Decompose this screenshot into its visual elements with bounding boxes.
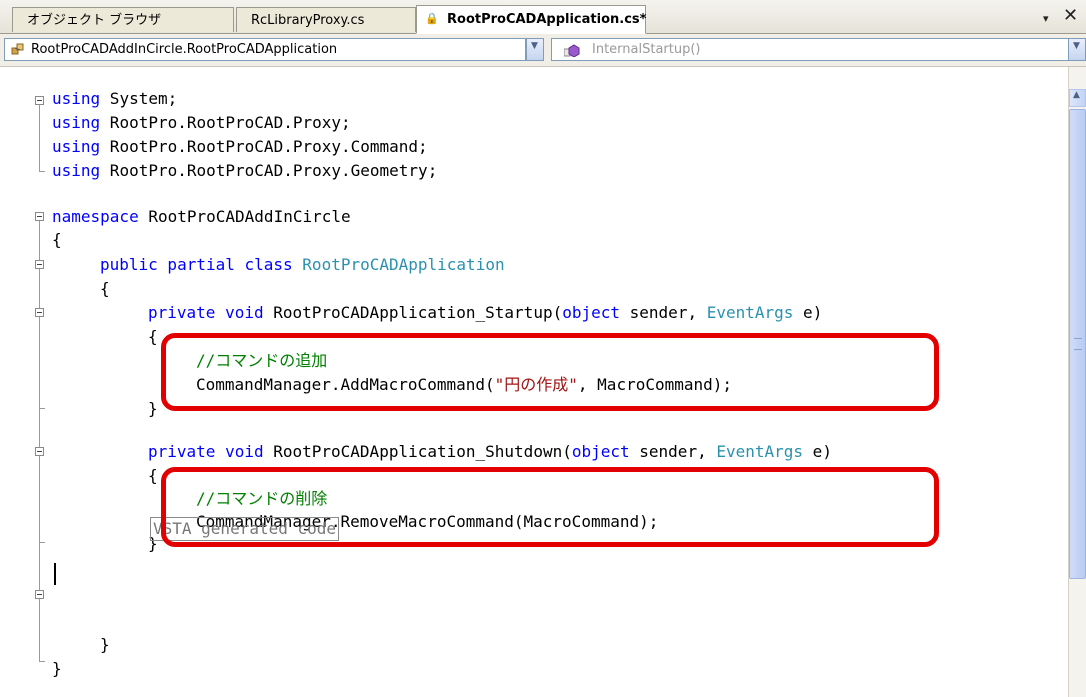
code-line: private void RootProCADApplication_Shutd…	[148, 442, 832, 461]
code-line: {	[100, 279, 110, 298]
fold-toggle[interactable]	[35, 590, 44, 599]
member-combo-value: InternalStartup()	[592, 42, 701, 57]
fold-toggle[interactable]	[35, 212, 44, 221]
code-line: using RootPro.RootProCAD.Proxy;	[52, 113, 351, 132]
code-line: using System;	[52, 89, 178, 108]
code-line: {	[148, 466, 158, 485]
tab-rclibraryproxy[interactable]: RcLibraryProxy.cs	[236, 7, 416, 32]
fold-guide-end	[39, 661, 45, 662]
code-line: public partial class RootProCADApplicati…	[100, 253, 505, 277]
fold-toggle[interactable]	[35, 308, 44, 317]
keyword: using	[52, 161, 101, 180]
fold-toggle[interactable]	[35, 447, 44, 456]
keyword: using	[52, 113, 101, 132]
class-icon	[11, 43, 24, 55]
scroll-thumb[interactable]	[1069, 109, 1086, 579]
code-line: using RootPro.RootProCAD.Proxy.Geometry;	[52, 161, 438, 180]
text-caret	[54, 563, 56, 585]
member-combo-dropdown-button[interactable]: ▼	[1068, 38, 1086, 61]
highlight-box-add-command	[161, 333, 939, 411]
type-combo-dropdown-button[interactable]: ▼	[526, 38, 544, 61]
tab-label: オブジェクト ブラウザ	[27, 13, 162, 28]
vertical-scrollbar[interactable]: ▲	[1068, 67, 1086, 697]
navigation-bar: RootProCADAddInCircle.RootProCADApplicat…	[0, 34, 1086, 67]
chevron-down-icon: ▼	[531, 41, 538, 51]
grip-icon	[1074, 338, 1082, 350]
code-line: using RootPro.RootProCAD.Proxy.Command;	[52, 137, 428, 156]
code-line: }	[100, 635, 110, 654]
highlight-box-remove-command	[161, 467, 939, 547]
type-name: EventArgs	[706, 303, 794, 322]
type-name: EventArgs	[716, 442, 804, 461]
fold-guide-end	[39, 542, 45, 543]
member-combo[interactable]: InternalStartup()	[551, 38, 1086, 61]
chevron-up-icon: ▲	[1073, 90, 1080, 100]
keyword: private void	[148, 442, 264, 461]
fold-toggle[interactable]	[35, 96, 44, 105]
scroll-up-button[interactable]: ▲	[1069, 89, 1086, 107]
keyword: object	[571, 442, 630, 461]
keyword: using	[52, 137, 101, 156]
lock-icon: 🔒	[425, 12, 439, 25]
method-icon	[564, 44, 580, 57]
tab-dropdown-icon[interactable]: ▾	[1043, 12, 1049, 25]
keyword: namespace	[52, 207, 139, 226]
keyword: using	[52, 89, 101, 108]
document-tab-strip: オブジェクト ブラウザ RcLibraryProxy.cs 🔒 RootProC…	[0, 0, 1086, 34]
type-combo-value: RootProCADAddInCircle.RootProCADApplicat…	[31, 42, 338, 57]
code-line: namespace RootProCADAddInCircle	[52, 207, 351, 226]
close-icon[interactable]: ✕	[1063, 5, 1078, 26]
code-line: }	[52, 659, 62, 678]
fold-toggle[interactable]	[35, 260, 44, 269]
code-line: private void RootProCADApplication_Start…	[148, 303, 823, 322]
code-line: }	[148, 399, 158, 418]
fold-guide	[39, 105, 40, 171]
keyword: private void	[148, 303, 264, 322]
code-line: {	[148, 327, 158, 346]
chevron-down-icon: ▼	[1073, 41, 1080, 51]
fold-guide-end	[39, 171, 45, 172]
tab-object-browser[interactable]: オブジェクト ブラウザ	[12, 7, 234, 32]
fold-guide-end	[39, 408, 45, 409]
tab-label: RcLibraryProxy.cs	[251, 13, 365, 28]
tab-label: RootProCADApplication.cs*	[447, 12, 647, 27]
keyword: public partial class	[100, 255, 293, 274]
type-name: RootProCADApplication	[302, 255, 505, 274]
keyword: object	[562, 303, 621, 322]
code-line: {	[52, 230, 62, 249]
type-combo[interactable]: RootProCADAddInCircle.RootProCADApplicat…	[4, 38, 526, 61]
tab-rootprocadapplication[interactable]: 🔒 RootProCADApplication.cs*	[416, 5, 646, 34]
